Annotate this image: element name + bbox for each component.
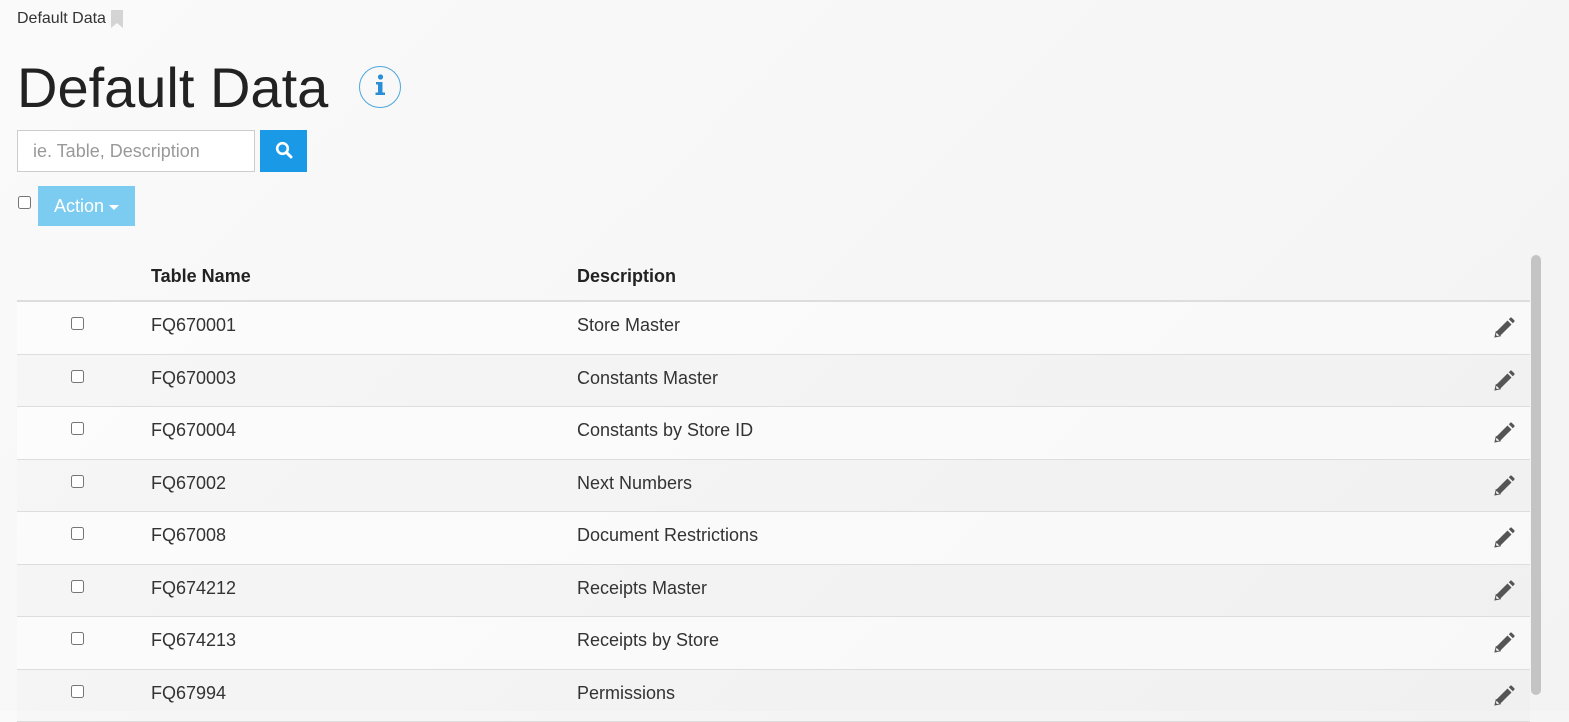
cell-table-name: FQ67002 xyxy=(151,473,226,494)
cell-table-name: FQ670003 xyxy=(151,368,236,389)
row-checkbox[interactable] xyxy=(71,580,84,593)
row-checkbox[interactable] xyxy=(71,317,84,330)
cell-table-name: FQ670001 xyxy=(151,315,236,336)
table-row[interactable]: FQ670003 Constants Master xyxy=(17,355,1530,408)
pencil-icon[interactable] xyxy=(1492,579,1516,603)
pencil-icon[interactable] xyxy=(1492,526,1516,550)
pencil-icon[interactable] xyxy=(1492,631,1516,655)
cell-description: Receipts Master xyxy=(577,578,707,599)
table-body: FQ670001 Store Master FQ670003 Constants Ma… xyxy=(17,302,1530,722)
scrollbar[interactable] xyxy=(1531,255,1541,695)
breadcrumb: Default Data xyxy=(17,10,124,28)
table-row[interactable]: FQ670004 Constants by Store ID xyxy=(17,407,1530,460)
header-description[interactable]: Description xyxy=(577,266,676,287)
table-row[interactable]: FQ67008 Document Restrictions xyxy=(17,512,1530,565)
cell-table-name: FQ67008 xyxy=(151,525,226,546)
pencil-icon[interactable] xyxy=(1492,684,1516,708)
table-header: Table Name Description xyxy=(17,253,1530,302)
cell-description: Constants Master xyxy=(577,368,718,389)
table-row[interactable]: FQ67994 Permissions xyxy=(17,670,1530,722)
cell-description: Next Numbers xyxy=(577,473,692,494)
info-icon xyxy=(374,74,386,101)
table-row[interactable]: FQ67002 Next Numbers xyxy=(17,460,1530,513)
caret-down-icon xyxy=(109,205,119,210)
table-row[interactable]: FQ670001 Store Master xyxy=(17,302,1530,355)
action-dropdown-button[interactable]: Action xyxy=(38,186,135,226)
action-label: Action xyxy=(54,196,104,217)
search-button[interactable] xyxy=(260,130,307,172)
cell-table-name: FQ67994 xyxy=(151,683,226,704)
search-icon xyxy=(275,141,293,162)
row-checkbox[interactable] xyxy=(71,685,84,698)
cell-description: Store Master xyxy=(577,315,680,336)
row-checkbox[interactable] xyxy=(71,527,84,540)
data-table: Table Name Description FQ670001 Store Mas… xyxy=(17,253,1530,722)
info-button[interactable] xyxy=(359,66,401,108)
header-table-name[interactable]: Table Name xyxy=(151,266,251,287)
table-row[interactable]: FQ674213 Receipts by Store xyxy=(17,617,1530,670)
pencil-icon[interactable] xyxy=(1492,421,1516,445)
cell-description: Permissions xyxy=(577,683,675,704)
cell-description: Constants by Store ID xyxy=(577,420,753,441)
table-row[interactable]: FQ674212 Receipts Master xyxy=(17,565,1530,618)
breadcrumb-label: Default Data xyxy=(17,10,106,28)
row-checkbox[interactable] xyxy=(71,632,84,645)
cell-table-name: FQ674212 xyxy=(151,578,236,599)
row-checkbox[interactable] xyxy=(71,370,84,383)
cell-description: Document Restrictions xyxy=(577,525,758,546)
page-title: Default Data xyxy=(17,52,328,124)
row-checkbox[interactable] xyxy=(71,475,84,488)
bookmark-icon[interactable] xyxy=(110,10,124,28)
cell-table-name: FQ670004 xyxy=(151,420,236,441)
cell-description: Receipts by Store xyxy=(577,630,719,651)
cell-table-name: FQ674213 xyxy=(151,630,236,651)
pencil-icon[interactable] xyxy=(1492,369,1516,393)
search-input[interactable] xyxy=(17,130,255,172)
row-checkbox[interactable] xyxy=(71,422,84,435)
select-all-checkbox[interactable] xyxy=(18,196,31,209)
pencil-icon[interactable] xyxy=(1492,474,1516,498)
pencil-icon[interactable] xyxy=(1492,316,1516,340)
